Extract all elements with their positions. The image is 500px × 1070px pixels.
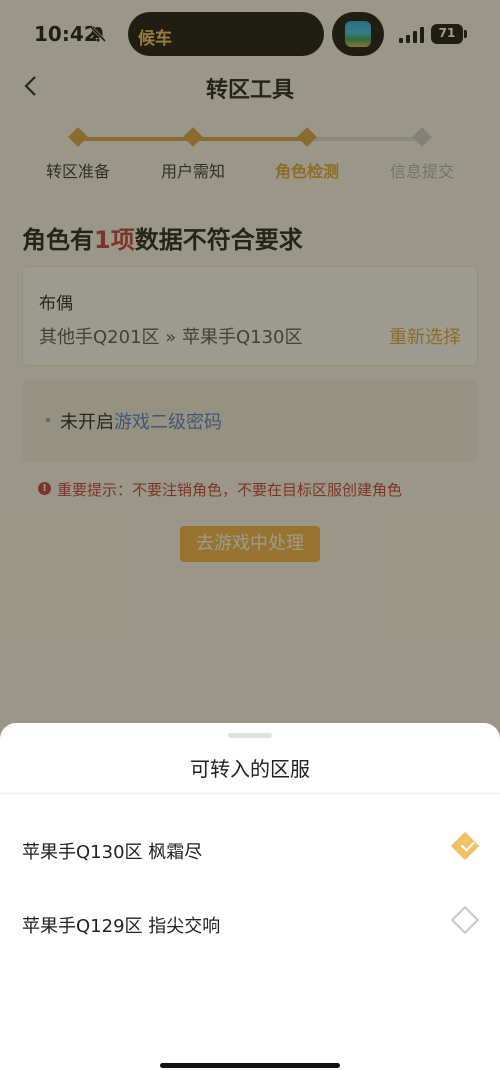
home-indicator[interactable]	[160, 1063, 340, 1068]
unchecked-diamond-icon[interactable]	[450, 905, 480, 935]
checked-diamond-icon[interactable]	[450, 831, 480, 861]
server-select-sheet: 可转入的区服 苹果手Q130区 枫霜尽 苹果手Q129区 指尖交响	[0, 723, 500, 1070]
server-option-label: 苹果手Q129区 指尖交响	[22, 916, 221, 937]
server-option-label: 苹果手Q130区 枫霜尽	[22, 842, 203, 863]
page: 10:42 候车 71 转区工具 转区准备 用户需知 角色检测 信息提交 角色有…	[0, 0, 500, 1070]
sheet-drag-handle[interactable]	[228, 733, 272, 738]
server-option[interactable]: 苹果手Q130区 枫霜尽	[0, 820, 500, 880]
sheet-title: 可转入的区服	[190, 757, 310, 781]
divider	[0, 793, 500, 794]
server-option[interactable]: 苹果手Q129区 指尖交响	[0, 894, 500, 954]
